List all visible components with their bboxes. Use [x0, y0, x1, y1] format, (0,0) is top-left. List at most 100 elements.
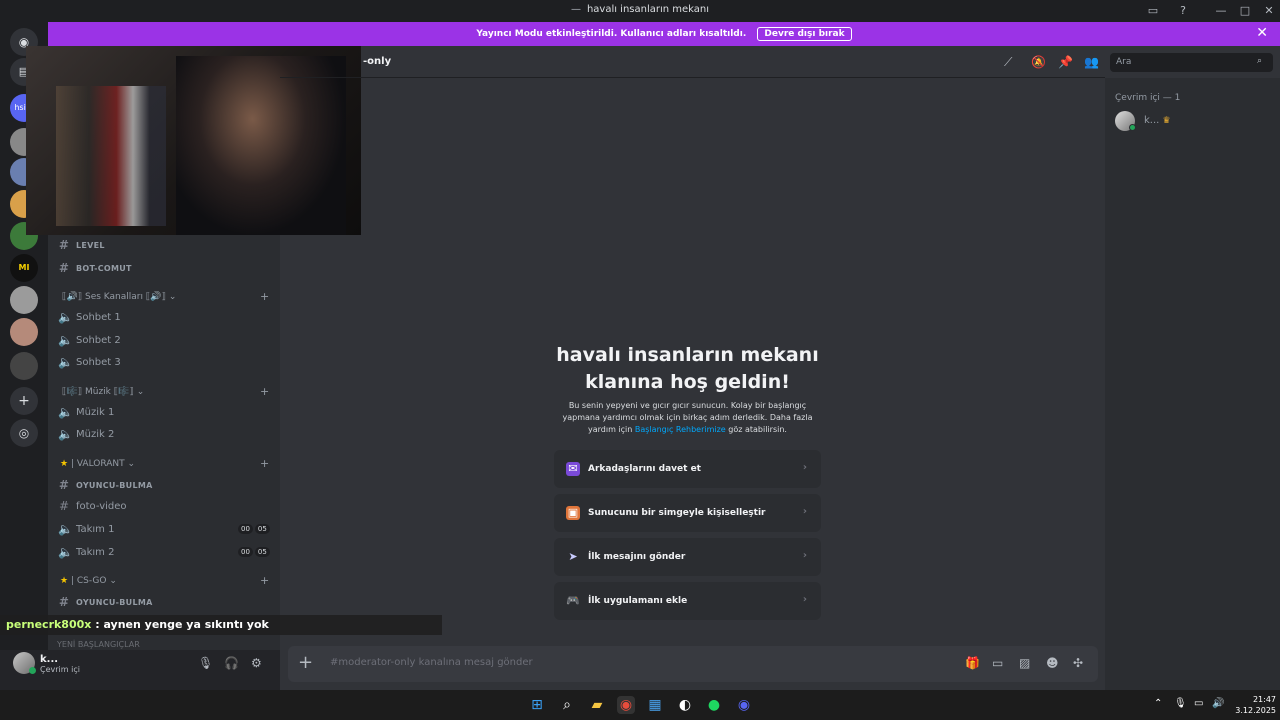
voice-channel-sohbet-2[interactable]: 🔈 Sohbet 2 — [58, 333, 121, 347]
user-name[interactable]: k... — [40, 654, 58, 665]
add-channel-icon[interactable]: + — [260, 457, 269, 470]
speaker-icon: 🔈 — [58, 310, 73, 324]
invite-friends-card[interactable]: ✉ Arkadaşlarını davet et › — [554, 450, 821, 488]
send-first-message-card[interactable]: ➤ İlk mesajını gönder › — [554, 538, 821, 576]
voice-channel-muzik-2[interactable]: 🔈 Müzik 2 — [58, 427, 114, 441]
chevron-right-icon: › — [802, 462, 807, 473]
add-server-icon[interactable]: + — [10, 387, 38, 415]
file-explorer-icon[interactable]: ▰ — [588, 696, 606, 714]
voice-channel-muzik-1[interactable]: 🔈 Müzik 1 — [58, 405, 114, 419]
voice-channel-takim-1[interactable]: 🔈 Takım 1 — [58, 522, 114, 536]
obs-icon[interactable]: ◐ — [676, 696, 694, 714]
pin-icon[interactable]: 📌 — [1058, 55, 1073, 69]
speaker-icon: 🔈 — [58, 355, 73, 369]
chevron-right-icon: › — [802, 506, 807, 517]
microphone-icon[interactable]: 🎙 — [198, 656, 213, 670]
webcam-background — [56, 86, 166, 226]
banner-message: Yayıncı Modu etkinleştirildi. Kullanıcı … — [476, 29, 747, 39]
voice-channel-takim-2[interactable]: 🔈 Takım 2 — [58, 545, 114, 559]
add-channel-icon[interactable]: + — [260, 574, 269, 587]
minimize-icon[interactable]: — — [1213, 3, 1229, 19]
hash-icon: # — [58, 238, 70, 252]
discover-icon[interactable]: ◎ — [10, 419, 38, 447]
search-input[interactable]: Ara — [1110, 53, 1273, 72]
hash-icon: # — [58, 261, 70, 275]
category-valorant[interactable]: ★ | VALORANT ⌄ — [60, 459, 135, 469]
search-icon: ⌕ — [1257, 56, 1263, 66]
notifications-muted-icon[interactable]: 🔕 — [1031, 55, 1046, 69]
category-csgo[interactable]: ★ | CS-GO ⌄ — [60, 576, 117, 586]
server-avatar[interactable] — [10, 352, 38, 380]
server-mi[interactable]: MI — [10, 254, 38, 282]
members-icon[interactable]: 👥 — [1084, 55, 1099, 69]
star-icon: ★ — [60, 576, 69, 586]
taskbar-clock[interactable]: 21:47 3.12.2025 — [1226, 694, 1276, 716]
server-avatar[interactable] — [10, 286, 38, 314]
welcome-description: Bu senin yepyeni ve gıcır gıcır sunucun.… — [562, 401, 813, 434]
member-name[interactable]: k... ♛ — [1144, 115, 1171, 126]
headphones-icon[interactable]: 🎧 — [224, 656, 239, 670]
hash-icon: # — [58, 595, 70, 609]
voice-channel-sohbet-1[interactable]: 🔈 Sohbet 1 — [58, 310, 121, 324]
search-icon[interactable]: ⌕ — [558, 696, 576, 714]
user-status: Çevrim içi — [40, 665, 80, 674]
online-status-dot — [1129, 124, 1136, 131]
star-icon: ★ — [60, 459, 69, 469]
getting-started-guide-link[interactable]: Başlangıç Rehberimize — [635, 425, 726, 434]
clock-date: 3.12.2025 — [1235, 706, 1276, 715]
os-taskbar — [0, 690, 1280, 720]
user-limit-badge: 00 05 — [238, 524, 272, 534]
category-music[interactable]: ⟦🎼⟧ Müzik ⟦🎼⟧ ⌄ — [62, 387, 144, 397]
sticker-icon[interactable]: ▨ — [1019, 656, 1030, 670]
emoji-icon[interactable]: ☻ — [1046, 656, 1059, 670]
channel-title: -only — [363, 56, 392, 67]
voice-channel-sohbet-3[interactable]: 🔈 Sohbet 3 — [58, 355, 121, 369]
add-channel-icon[interactable]: + — [260, 290, 269, 303]
discord-taskbar-icon[interactable]: ◉ — [735, 696, 753, 714]
tray-display-icon[interactable]: ▭ — [1194, 698, 1203, 709]
channel-bot-comut[interactable]: # bot-comut — [58, 261, 132, 275]
paper-plane-icon: ➤ — [568, 550, 578, 563]
add-channel-icon[interactable]: + — [260, 385, 269, 398]
windows-start-icon[interactable]: ⊞ — [528, 696, 546, 714]
channel-oyuncu-bulma[interactable]: # oyuncu-bulma — [58, 595, 153, 609]
inbox-icon[interactable]: ▭ — [1145, 3, 1161, 19]
hash-icon: # — [58, 478, 70, 492]
chevron-right-icon: › — [802, 594, 807, 605]
banner-close-icon[interactable]: ✕ — [1256, 25, 1268, 41]
disable-streamer-mode-button[interactable]: Devre dışı bırak — [757, 27, 852, 41]
channel-oyuncu-bulma[interactable]: # oyuncu-bulma — [58, 478, 153, 492]
message-input[interactable]: #moderator-only kanalına mesaj gönder — [330, 657, 533, 668]
channel-foto-video[interactable]: # foto-video — [58, 499, 127, 513]
settings-gear-icon[interactable]: ⚙ — [251, 656, 262, 670]
stream-chat-overlay: pernecrk800x : aynen yenge ya sıkıntı yo… — [0, 615, 442, 635]
user-limit-badge: 00 05 — [238, 547, 272, 557]
tray-overflow-icon[interactable]: ⌃ — [1154, 698, 1162, 709]
chrome-icon[interactable]: ◉ — [617, 696, 635, 714]
add-first-app-card[interactable]: 🎮 İlk uygulamanı ekle › — [554, 582, 821, 620]
tray-volume-icon[interactable]: 🔊 — [1212, 698, 1224, 709]
personalize-server-card[interactable]: ▣ Sunucunu bir simgeyle kişiselleştir › — [554, 494, 821, 532]
gamepad-icon: 🎮 — [566, 594, 580, 607]
apps-icon[interactable]: ✣ — [1073, 656, 1083, 670]
gif-icon[interactable]: ▭ — [992, 656, 1003, 670]
chat-message: : aynen yenge ya sıkıntı yok — [95, 618, 269, 631]
server-icon-icon: ▣ — [566, 506, 580, 520]
crown-icon: ♛ — [1162, 116, 1171, 126]
close-window-icon[interactable]: ✕ — [1261, 3, 1277, 19]
add-attachment-icon[interactable]: + — [298, 652, 313, 673]
server-avatar[interactable] — [10, 318, 38, 346]
clock-time: 21:47 — [1252, 695, 1276, 704]
category-voice[interactable]: ⟦🔊⟧ Ses Kanalları ⟦🔊⟧ ⌄ — [62, 292, 176, 302]
channel-header — [280, 46, 1105, 78]
streamer-mode-banner: Yayıncı Modu etkinleştirildi. Kullanıcı … — [48, 22, 1280, 46]
channel-level[interactable]: # level — [58, 238, 105, 252]
spotify-icon[interactable]: ● — [705, 696, 723, 714]
help-icon[interactable]: ? — [1175, 3, 1191, 19]
tray-microphone-icon[interactable]: 🎙 — [1174, 698, 1187, 709]
threads-icon[interactable]: ⟋ — [1004, 55, 1012, 70]
gift-icon[interactable]: 🎁 — [965, 656, 980, 670]
speaker-icon: 🔈 — [58, 427, 73, 441]
maximize-icon[interactable]: □ — [1237, 3, 1253, 19]
photos-icon[interactable]: ▦ — [646, 696, 664, 714]
